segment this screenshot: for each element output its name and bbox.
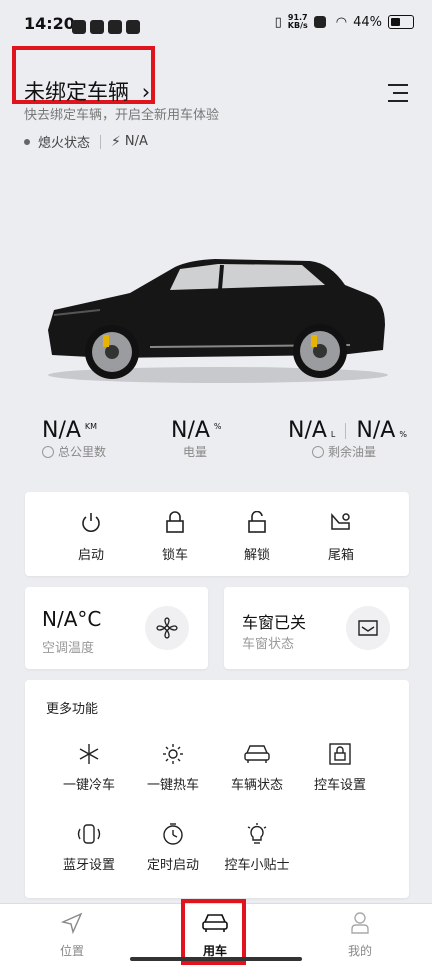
power-icon [61,508,121,536]
mileage-stat: N/A KM 总公里数 [42,418,107,459]
tab-mine[interactable]: 我的 [320,912,400,959]
chevron-right-icon: › [141,80,151,104]
fuel-drop-icon [312,445,324,458]
unlock-icon [227,508,287,536]
charge-status: N/A [124,134,148,149]
status-bar: 14:20 ▯ 91.7 KB/s ◠ 44% [0,0,432,48]
lightbulb-icon [217,820,297,848]
car-tips-button[interactable]: 控车小贴士 [217,820,297,873]
menu-icon[interactable] [388,84,410,102]
vehicle-title-text: 未绑定车辆 [24,80,129,104]
timer-icon [133,820,213,848]
clock-icon [42,445,54,458]
heat-car-button[interactable]: 一键热车 [133,740,213,793]
control-settings-button[interactable]: 控车设置 [300,740,380,793]
location-arrow-icon [32,912,112,938]
vibrate-icon: ▯ [274,14,282,30]
start-button[interactable]: 启动 [61,508,121,563]
bottom-tab-bar: 位置 用车 我的 [0,899,432,965]
trunk-icon [311,508,371,536]
battery-stat: N/A% 电量 [171,418,222,459]
tiktok-icon [108,19,122,34]
trunk-button[interactable]: 尾箱 [311,508,371,563]
fuel-stat: N/A L N/A% 剩余油量 [288,418,407,459]
climate-value: N/A [42,607,78,631]
bind-vehicle-hint: 快去绑定车辆，开启全新用车体验 [24,108,220,123]
climate-label: 空调温度 [42,641,95,656]
engine-status: 熄火状态 [38,136,91,151]
car-front-icon [217,740,297,768]
status-right: ▯ 91.7 KB/s ◠ 44% [275,14,414,30]
wifi-icon: ◠ [335,14,348,30]
tab-location[interactable]: 位置 [32,912,112,959]
cool-car-button[interactable]: 一键冷车 [49,740,129,793]
car-image [48,259,388,383]
home-indicator[interactable] [130,957,302,961]
sun-icon [133,740,213,768]
lock-button[interactable]: 锁车 [145,508,205,563]
message-icon [126,19,140,34]
app-notification-icon [72,19,86,34]
status-dot-icon [24,138,30,145]
tab-use-car[interactable]: 用车 [175,912,255,959]
status-time: 14:20 [24,14,75,33]
network-speed: 91.7 KB/s [287,13,308,30]
vehicle-title[interactable]: 未绑定车辆 › [24,76,150,106]
snowflake-icon [49,740,129,768]
notification-icons [72,16,144,35]
lock-icon [145,508,205,536]
engine-status-row: 熄火状态 ⚡ N/A [24,132,148,151]
climate-unit: °C [77,607,102,631]
battery-icon [388,15,414,29]
window-icon[interactable] [346,606,390,650]
sim-icon [313,16,326,28]
more-functions-title: 更多功能 [46,702,99,717]
person-icon [320,912,400,938]
window-label: 车窗状态 [242,637,295,652]
more-functions-card: 更多功能 一键冷车 一键热车 车辆状态 控车设置 蓝牙设置 定时启动 控车小贴士 [25,680,409,898]
window-value: 车窗已关 [242,613,307,632]
fan-icon[interactable] [145,606,189,650]
car-icon [175,912,255,938]
window-card[interactable]: 车窗已关 车窗状态 [224,587,409,669]
timed-start-button[interactable]: 定时启动 [133,820,213,873]
vehicle-status-button[interactable]: 车辆状态 [217,740,297,793]
bluetooth-settings-button[interactable]: 蓝牙设置 [49,820,129,873]
app-notification-icon [90,19,104,34]
unlock-button[interactable]: 解锁 [227,508,287,563]
quick-controls-card: 启动 锁车 解锁 尾箱 [25,492,409,576]
climate-card[interactable]: N/A°C 空调温度 [25,587,208,669]
bolt-icon: ⚡ [111,133,121,150]
battery-percent: 44% [353,14,382,30]
lock-settings-icon [300,740,380,768]
bluetooth-car-icon [49,820,129,848]
